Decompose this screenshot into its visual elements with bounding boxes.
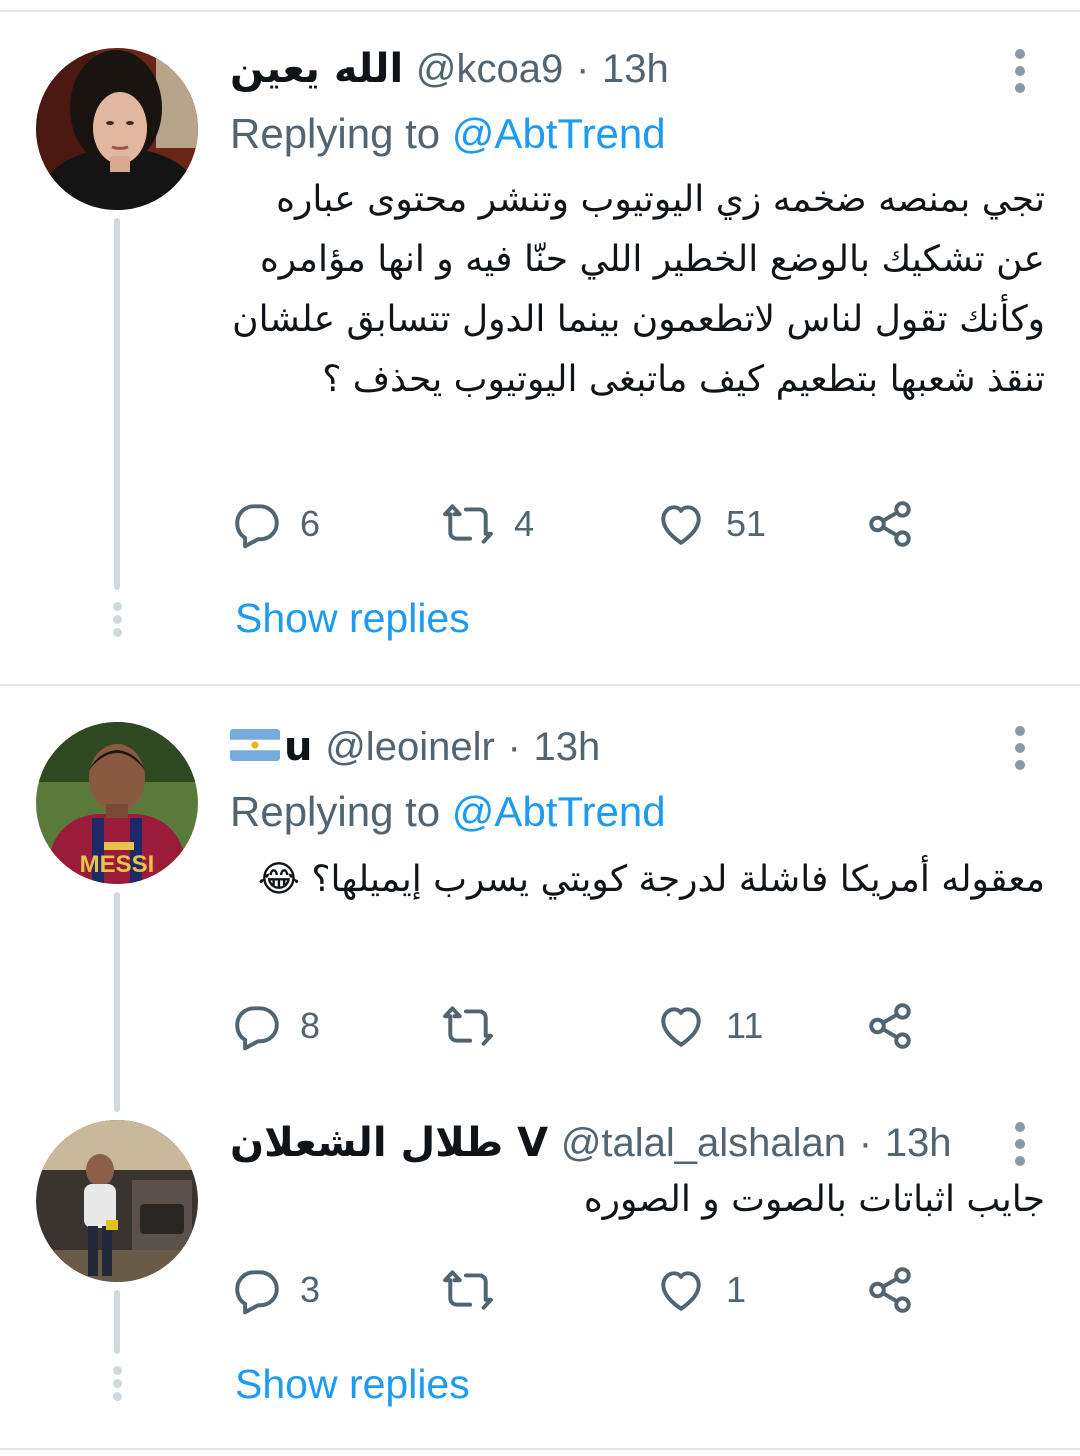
retweet-button[interactable] <box>440 1000 514 1052</box>
show-replies-link[interactable]: Show replies <box>235 1358 470 1410</box>
replying-to: Replying to @AbtTrend <box>230 106 666 162</box>
user-handle[interactable]: @leoinelr <box>325 725 495 769</box>
retweet-count: 4 <box>514 503 535 544</box>
reply-button[interactable]: 8 <box>232 1000 320 1052</box>
reply-count: 8 <box>300 1005 321 1046</box>
mention-link[interactable]: @AbtTrend <box>452 110 666 157</box>
avatar[interactable]: MESSI <box>36 722 198 884</box>
thread-dots <box>110 602 124 641</box>
share-button[interactable] <box>864 1000 916 1052</box>
like-button[interactable]: 1 <box>654 1264 746 1316</box>
tweet-divider <box>0 684 1080 686</box>
replying-prefix: Replying to <box>230 110 452 157</box>
reply-icon <box>232 1001 282 1051</box>
reply-button[interactable]: 6 <box>232 498 320 550</box>
reply-count: 6 <box>300 503 321 544</box>
reply-count: 3 <box>300 1269 321 1310</box>
timestamp[interactable]: 13h <box>885 1121 952 1165</box>
replying-prefix: Replying to <box>230 788 452 835</box>
display-name[interactable]: الله يعين <box>230 46 403 92</box>
svg-text:MESSI: MESSI <box>80 851 155 878</box>
display-name[interactable]: u <box>284 724 312 770</box>
show-replies-link[interactable]: Show replies <box>235 592 470 644</box>
tweet-header: الله يعين @kcoa9 · 13h <box>230 44 669 94</box>
separator: · <box>507 725 521 769</box>
bottom-divider <box>0 1448 1080 1450</box>
share-button[interactable] <box>864 1264 916 1316</box>
reply-icon <box>232 499 282 549</box>
like-button[interactable]: 11 <box>654 1000 763 1052</box>
display-name[interactable]: طلال الشعلان V <box>230 1120 548 1166</box>
share-icon <box>864 1001 916 1051</box>
more-icon[interactable] <box>1010 49 1030 100</box>
timestamp[interactable]: 13h <box>602 47 669 91</box>
replying-to: Replying to @AbtTrend <box>230 784 666 840</box>
retweet-button[interactable] <box>440 1264 514 1316</box>
tweet-header: طلال الشعلان V @talal_alshalan · 13h <box>230 1118 952 1168</box>
thread-line <box>114 218 120 590</box>
separator: · <box>575 47 590 91</box>
avatar[interactable] <box>36 1120 198 1282</box>
like-button[interactable]: 51 <box>654 498 766 550</box>
mention-link[interactable]: @AbtTrend <box>452 788 666 835</box>
tweet-header: u @leoinelr · 13h <box>230 722 600 772</box>
like-count: 1 <box>726 1269 747 1310</box>
like-icon <box>654 499 708 549</box>
retweet-icon <box>440 1265 496 1315</box>
argentina-flag-icon <box>230 729 280 761</box>
thread-dots <box>110 1366 124 1405</box>
tweet-text: معقوله أمريكا فاشلة لدرجة كويتي يسرب إيم… <box>257 859 1045 900</box>
more-icon[interactable] <box>1010 1122 1030 1173</box>
more-icon[interactable] <box>1010 726 1030 777</box>
like-count: 11 <box>726 1005 764 1046</box>
share-button[interactable] <box>864 498 916 550</box>
thread-line <box>114 1290 120 1354</box>
share-icon <box>864 499 916 549</box>
thread-line <box>114 892 120 1112</box>
like-icon <box>654 1265 708 1315</box>
share-icon <box>864 1265 916 1315</box>
reply-icon <box>232 1265 282 1315</box>
timestamp[interactable]: 13h <box>534 725 601 769</box>
like-icon <box>654 1001 708 1051</box>
retweet-icon <box>440 1001 496 1051</box>
avatar[interactable] <box>36 48 198 210</box>
reply-button[interactable]: 3 <box>232 1264 320 1316</box>
top-divider <box>0 10 1080 12</box>
retweet-button[interactable]: 4 <box>440 498 534 550</box>
user-handle[interactable]: @talal_alshalan <box>561 1121 846 1165</box>
separator: · <box>858 1121 873 1165</box>
like-count: 51 <box>726 503 767 544</box>
tweet-text: جايب اثباتات بالصوت و الصوره <box>583 1179 1045 1220</box>
retweet-icon <box>440 499 496 549</box>
user-handle[interactable]: @kcoa9 <box>416 47 563 91</box>
tweet-text: تجي بمنصه ضخمه زي اليوتيوب وتنشر محتوى ع… <box>232 179 1045 400</box>
